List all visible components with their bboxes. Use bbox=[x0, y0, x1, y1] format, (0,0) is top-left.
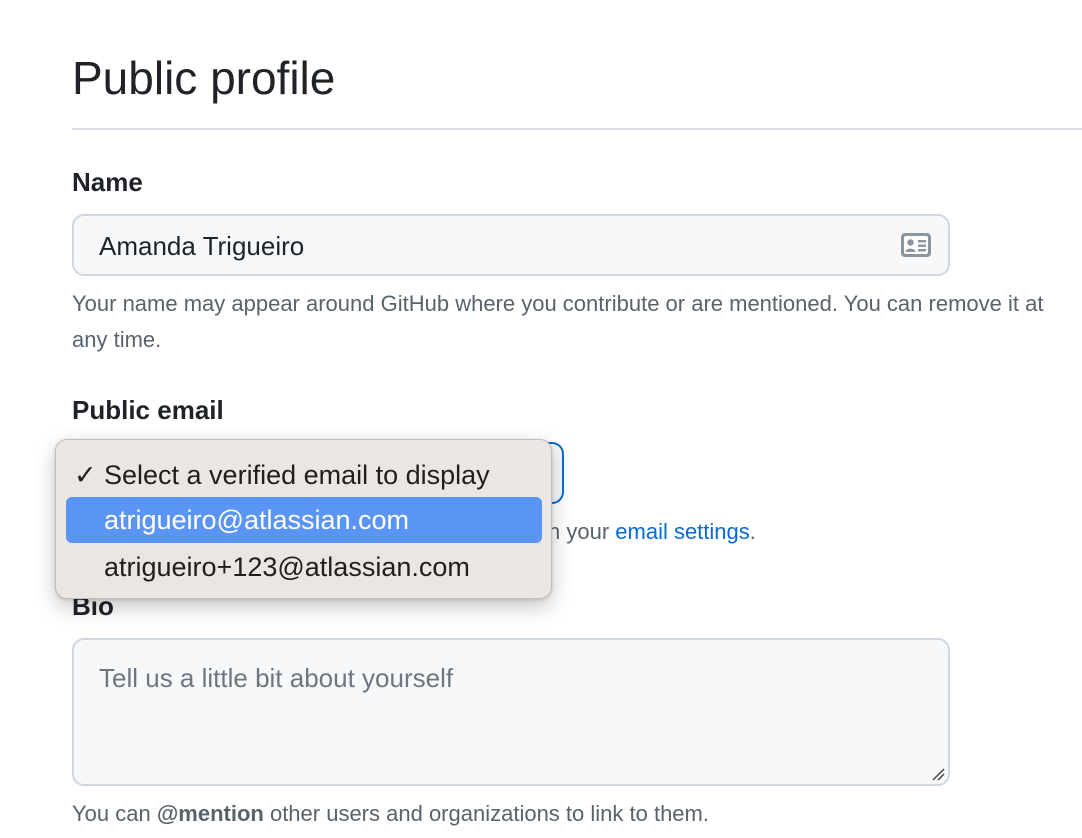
email-settings-link[interactable]: email settings bbox=[615, 519, 750, 544]
email-helper-suffix: . bbox=[749, 519, 756, 544]
bio-helper-prefix: You can bbox=[72, 801, 157, 826]
mention-keyword: @mention bbox=[156, 801, 264, 826]
email-option-label: atrigueiro+123@atlassian.com bbox=[104, 552, 470, 582]
contact-card-icon[interactable] bbox=[900, 232, 932, 258]
name-helper-text: Your name may appear around GitHub where… bbox=[72, 291, 1044, 352]
public-profile-page: Public profile Name Amanda Trigueiro You… bbox=[0, 0, 1082, 838]
email-option-label: Select a verified email to display bbox=[104, 460, 490, 490]
email-helper-text: n your email settings. bbox=[548, 514, 756, 550]
email-helper-prefix: n your bbox=[548, 519, 616, 544]
email-option-atrigueiro-123[interactable]: atrigueiro+123@atlassian.com bbox=[66, 544, 542, 590]
email-option-atrigueiro[interactable]: atrigueiro@atlassian.com bbox=[66, 497, 542, 543]
email-option-select-prompt[interactable]: ✓ Select a verified email to display bbox=[66, 452, 542, 498]
checkmark-icon: ✓ bbox=[74, 460, 97, 490]
public-email-label: Public email bbox=[72, 395, 224, 425]
title-divider bbox=[72, 128, 1082, 130]
name-label: Name bbox=[72, 167, 143, 197]
bio-helper-suffix: other users and organizations to link to… bbox=[263, 801, 709, 826]
name-input[interactable]: Amanda Trigueiro bbox=[72, 214, 950, 276]
bio-textarea[interactable]: Tell us a little bit about yourself bbox=[72, 638, 950, 786]
email-dropdown-menu: ✓ Select a verified email to display atr… bbox=[55, 439, 552, 599]
page-title: Public profile bbox=[72, 52, 336, 104]
name-input-value: Amanda Trigueiro bbox=[99, 231, 305, 261]
resize-handle-icon[interactable] bbox=[930, 766, 946, 782]
email-option-label: atrigueiro@atlassian.com bbox=[104, 505, 410, 535]
bio-helper-text: You can @mention other users and organiz… bbox=[72, 796, 709, 832]
bio-placeholder: Tell us a little bit about yourself bbox=[99, 663, 454, 693]
